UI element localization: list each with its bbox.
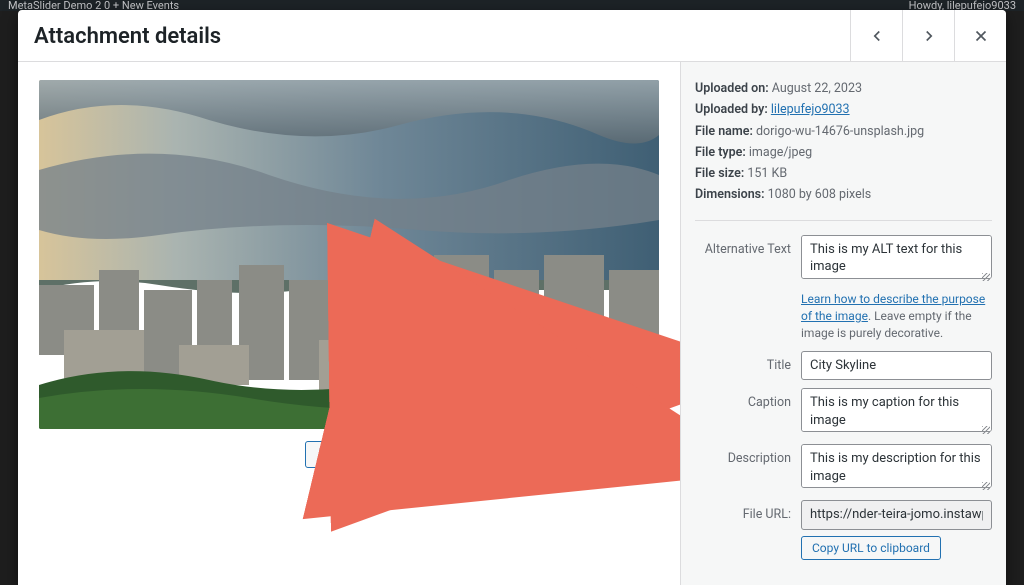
title-label: Title — [695, 351, 791, 381]
chevron-left-icon — [868, 27, 886, 45]
copy-url-button[interactable]: Copy URL to clipboard — [801, 536, 941, 560]
attachment-preview-area: Edit Image — [18, 62, 680, 585]
attachment-meta-sidebar: Uploaded on: August 22, 2023 Uploaded by… — [680, 62, 1006, 585]
title-field[interactable] — [801, 351, 992, 381]
modal-body: Edit Image Uploaded on: August 22, 2023 … — [18, 62, 1006, 585]
file-url-field[interactable] — [801, 500, 992, 530]
description-field[interactable]: This is my description for this image — [801, 444, 992, 488]
attachment-meta: Uploaded on: August 22, 2023 Uploaded by… — [695, 78, 992, 206]
file-size-value: 151 KB — [747, 166, 787, 181]
dimensions-value: 1080 by 608 pixels — [768, 187, 872, 202]
file-url-label: File URL: — [695, 500, 791, 560]
uploaded-by-label: Uploaded by: — [695, 102, 768, 117]
file-type-label: File type: — [695, 145, 746, 160]
file-type-value: image/jpeg — [749, 145, 812, 160]
attachment-image — [39, 80, 659, 429]
alt-text-label: Alternative Text — [695, 235, 791, 283]
alt-text-field[interactable]: This is my ALT text for this image — [801, 235, 992, 279]
next-attachment-button[interactable] — [902, 10, 954, 61]
caption-field[interactable]: This is my caption for this image — [801, 388, 992, 432]
file-name-value: dorigo-wu-14676-unsplash.jpg — [756, 124, 924, 139]
meta-divider — [695, 220, 992, 221]
uploaded-by-link[interactable]: lilepufejo9033 — [771, 102, 850, 117]
file-size-label: File size: — [695, 166, 744, 181]
modal-header: Attachment details — [18, 10, 1006, 62]
description-label: Description — [695, 444, 791, 492]
uploaded-on-value: August 22, 2023 — [772, 81, 862, 96]
prev-attachment-button[interactable] — [850, 10, 902, 61]
alt-text-hint: Learn how to describe the purpose of the… — [801, 291, 992, 343]
caption-label: Caption — [695, 388, 791, 436]
edit-image-button[interactable]: Edit Image — [305, 441, 392, 468]
close-modal-button[interactable] — [954, 10, 1006, 61]
close-icon — [972, 27, 990, 45]
file-name-label: File name: — [695, 124, 753, 139]
uploaded-on-label: Uploaded on: — [695, 81, 769, 96]
chevron-right-icon — [920, 27, 938, 45]
modal-title: Attachment details — [18, 10, 850, 61]
dimensions-label: Dimensions: — [695, 187, 765, 202]
attachment-details-modal: Attachment details — [18, 10, 1006, 585]
